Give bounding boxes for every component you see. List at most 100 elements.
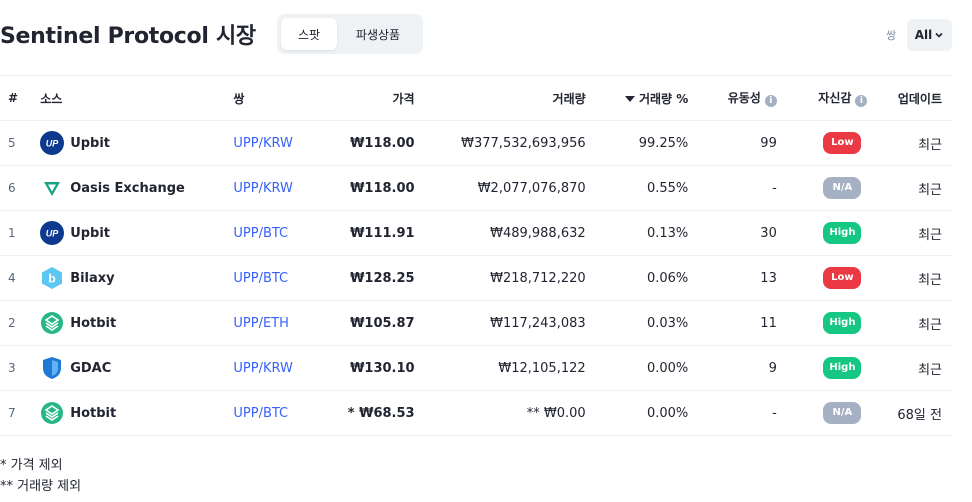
- volume-cell: ₩2,077,076,870: [477, 180, 586, 196]
- source-cell: GDAC: [32, 346, 223, 391]
- updated-cell: 최근: [918, 362, 942, 378]
- confidence-cell: N/A: [777, 166, 868, 211]
- col-pair[interactable]: 쌍: [223, 76, 334, 121]
- svg-text:b: b: [49, 272, 56, 286]
- source-cell: UP Upbit: [32, 121, 223, 166]
- exchange-link[interactable]: GDAC: [40, 356, 223, 380]
- exchange-link[interactable]: Hotbit: [40, 401, 223, 425]
- info-icon[interactable]: i: [764, 95, 777, 107]
- updated-cell: 68일 전: [897, 407, 942, 423]
- source-cell: Oasis Exchange: [32, 166, 223, 211]
- volume-cell: ** ₩0.00: [526, 405, 586, 421]
- price-cell: ₩118.00: [350, 180, 415, 196]
- table-row[interactable]: 3 GDAC UPP/KRW ₩130.10 ₩12,105,122 0.00% 9 High…: [0, 346, 952, 391]
- volume-cell: ₩377,532,693,956: [461, 135, 586, 151]
- source-cell: Hotbit: [32, 301, 223, 346]
- liquidity-cell: 9: [768, 360, 777, 376]
- footnote-volume: ** 거래량 제외: [0, 479, 82, 494]
- volume-pct-cell: 99.25%: [638, 135, 689, 151]
- pair-link[interactable]: UPP/BTC: [233, 271, 288, 286]
- price-cell: ₩130.10: [350, 360, 415, 376]
- price-cell: ₩111.91: [350, 225, 415, 241]
- col-liquidity-label: 유동성: [727, 91, 761, 105]
- liquidity-cell: 11: [760, 315, 777, 331]
- source-cell: UP Upbit: [32, 211, 223, 256]
- confidence-cell: High: [777, 301, 868, 346]
- confidence-badge: N/A: [823, 177, 862, 199]
- pair-filter-value: All: [914, 28, 933, 42]
- exchange-link[interactable]: UP Upbit: [40, 131, 223, 155]
- source-cell: b Bilaxy: [32, 256, 223, 301]
- markets-table: # 소스 쌍 가격 거래량 거래량 % 유동성 i 자신감 i 업데이트 5 UP Up…: [0, 75, 952, 436]
- page-header: Sentinel Protocol 시장 스팟 파생상품 쌍 All: [0, 0, 972, 70]
- exchange-name: Upbit: [70, 225, 111, 241]
- rank-cell: 6: [8, 181, 16, 195]
- table-row[interactable]: 2 Hotbit UPP/ETH ₩105.87 ₩117,243,083 0.03% 11…: [0, 301, 952, 346]
- exchange-link[interactable]: Hotbit: [40, 311, 223, 335]
- hotbit-icon: [40, 401, 64, 425]
- confidence-cell: High: [777, 211, 868, 256]
- col-source[interactable]: 소스: [32, 76, 223, 121]
- upbit-icon: UP: [40, 131, 65, 155]
- exchange-link[interactable]: UP Upbit: [40, 221, 223, 245]
- col-confidence-label: 자신감: [818, 91, 852, 105]
- exchange-name: Hotbit: [70, 405, 117, 421]
- pair-link[interactable]: UPP/KRW: [233, 136, 292, 151]
- liquidity-cell: 13: [760, 270, 777, 286]
- liquidity-cell: 30: [760, 225, 777, 241]
- volume-pct-cell: 0.06%: [646, 270, 689, 286]
- pair-link[interactable]: UPP/BTC: [233, 226, 288, 241]
- pair-cell: UPP/BTC: [223, 256, 334, 301]
- info-icon[interactable]: i: [855, 95, 868, 107]
- col-price[interactable]: 가격: [334, 76, 414, 121]
- volume-cell: ₩218,712,220: [490, 270, 586, 286]
- col-volume[interactable]: 거래량: [415, 76, 586, 121]
- table-row[interactable]: 6 Oasis Exchange UPP/KRW ₩118.00 ₩2,077,076,…: [0, 166, 952, 211]
- upbit-icon: UP: [40, 221, 65, 245]
- volume-cell: ₩12,105,122: [498, 360, 586, 376]
- updated-cell: 최근: [918, 272, 942, 288]
- exchange-name: Bilaxy: [70, 270, 115, 286]
- confidence-badge: High: [823, 312, 862, 334]
- pair-filter-label: 쌍: [886, 29, 897, 42]
- price-cell: ₩118.00: [350, 135, 415, 151]
- exchange-link[interactable]: Oasis Exchange: [40, 176, 223, 200]
- col-liquidity[interactable]: 유동성 i: [688, 76, 777, 121]
- confidence-badge: Low: [823, 132, 862, 154]
- gdac-icon: [40, 356, 64, 380]
- updated-cell: 최근: [918, 317, 942, 333]
- tab-spot[interactable]: 스팟: [281, 18, 337, 50]
- rank-cell: 4: [8, 271, 16, 285]
- pair-cell: UPP/BTC: [223, 391, 334, 436]
- rank-cell: 7: [8, 406, 16, 420]
- exchange-name: Hotbit: [70, 315, 117, 331]
- updated-cell: 최근: [918, 182, 942, 198]
- liquidity-cell: -: [772, 180, 777, 196]
- pair-filter-dropdown[interactable]: All: [907, 19, 952, 51]
- pair-link[interactable]: UPP/KRW: [233, 181, 292, 196]
- volume-pct-cell: 0.03%: [646, 315, 689, 331]
- pair-link[interactable]: UPP/KRW: [233, 361, 292, 376]
- confidence-badge: Low: [823, 267, 862, 289]
- col-confidence[interactable]: 자신감 i: [777, 76, 868, 121]
- tab-derivatives[interactable]: 파생상품: [337, 18, 419, 50]
- col-volume-pct[interactable]: 거래량 %: [586, 76, 688, 121]
- col-updated[interactable]: 업데이트: [867, 76, 952, 121]
- volume-pct-cell: 0.55%: [646, 180, 689, 196]
- updated-cell: 최근: [918, 227, 942, 243]
- oasis-icon: [40, 176, 64, 200]
- table-row[interactable]: 4 b Bilaxy UPP/BTC ₩128.25 ₩218,712,220 0.06% 1…: [0, 256, 952, 301]
- liquidity-cell: 99: [760, 135, 777, 151]
- volume-pct-cell: 0.13%: [646, 225, 689, 241]
- bilaxy-icon: b: [40, 266, 64, 290]
- pair-link[interactable]: UPP/BTC: [233, 406, 288, 421]
- exchange-name: Upbit: [70, 135, 111, 151]
- table-row[interactable]: 1 UP Upbit UPP/BTC ₩111.91 ₩489,988,632 0.13% 3…: [0, 211, 952, 256]
- volume-cell: ₩489,988,632: [490, 225, 586, 241]
- confidence-cell: High: [777, 346, 868, 391]
- pair-link[interactable]: UPP/ETH: [233, 316, 289, 331]
- table-row[interactable]: 7 Hotbit UPP/BTC * ₩68.53 ** ₩0.00 0.00% - N/A 6…: [0, 391, 952, 436]
- table-row[interactable]: 5 UP Upbit UPP/KRW ₩118.00 ₩377,532,693,956 99…: [0, 121, 952, 166]
- exchange-link[interactable]: b Bilaxy: [40, 266, 223, 290]
- col-rank[interactable]: #: [0, 76, 32, 121]
